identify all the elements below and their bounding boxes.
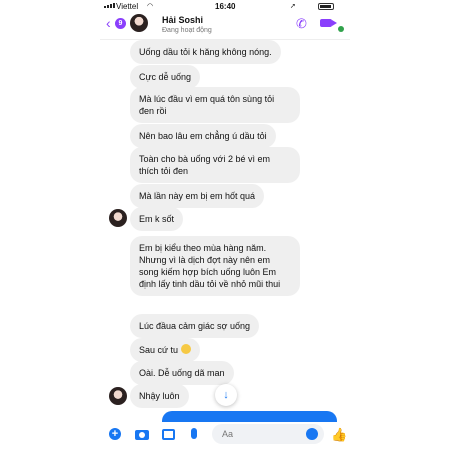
location-icon: ➚ [290,3,296,10]
status-time: 16:40 [215,2,236,11]
message-bubble[interactable]: Toàn cho bà uống với 2 bé vì em thích tỏ… [130,147,300,183]
contact-name[interactable]: Hải Soshi [162,15,203,25]
microphone-icon[interactable] [191,428,197,439]
message-bubble[interactable]: Em bị kiểu theo mùa hàng năm. Nhưng vì l… [130,236,300,296]
message-text: Sau cứ tu [139,345,179,355]
smiling-emoji-icon [181,344,192,354]
message-bubble[interactable]: Mà lần này em bị em hốt quá [130,184,265,208]
phone-call-icon[interactable]: ✆ [296,16,307,32]
camera-icon[interactable] [135,430,149,440]
message-input-box[interactable] [212,424,324,444]
message-bubble[interactable]: Sau cứ tu [130,338,201,362]
carrier-name: Viettel [116,2,139,11]
contact-avatar-small [109,209,127,227]
plus-icon[interactable]: + [109,428,121,440]
battery-icon [318,3,334,10]
emoji-icon[interactable] [306,428,318,440]
message-bubble[interactable]: Em k sốt [130,207,184,231]
message-bubble[interactable]: Nên bao lâu em chẳng ú dầu tỏi [130,124,276,148]
message-bubble[interactable]: Mà lúc đầu vì em quá tôn sùng tỏi đen rồ… [130,87,300,123]
message-input[interactable] [212,424,292,444]
back-chevron-icon[interactable]: ‹ [106,16,111,30]
video-call-icon[interactable] [320,19,337,27]
message-bubble[interactable]: Nhậy luôn [130,384,189,408]
scroll-to-bottom-button[interactable]: ↓ [215,384,237,406]
contact-status: Đang hoạt động [162,27,212,34]
chat-header: ‹ 9 Hải Soshi Đang hoạt động ✆ [100,12,350,40]
messenger-chat-screen: Viettel ◠ 16:40 ➚ ‹ 9 Hải Soshi Đang hoạ… [100,0,350,450]
contact-avatar-small [109,387,127,405]
status-bar: Viettel ◠ 16:40 ➚ [100,0,350,12]
online-status-icon [338,26,344,32]
thumbs-up-icon[interactable]: 👍 [331,427,347,443]
message-bubble[interactable]: Cực dễ uống [130,65,201,89]
contact-avatar[interactable] [130,14,148,32]
gallery-icon[interactable] [162,429,175,440]
unread-badge[interactable]: 9 [115,18,126,29]
message-composer: + 👍 [100,422,350,446]
signal-icon [104,3,115,8]
wifi-icon: ◠ [147,3,154,10]
message-bubble[interactable]: Uống dầu tỏi k hăng không nóng. [130,40,281,64]
message-bubble[interactable]: Oài. Dễ uống dã man [130,361,234,385]
message-bubble[interactable]: Lúc đầua cảm giác sợ uống [130,314,259,338]
